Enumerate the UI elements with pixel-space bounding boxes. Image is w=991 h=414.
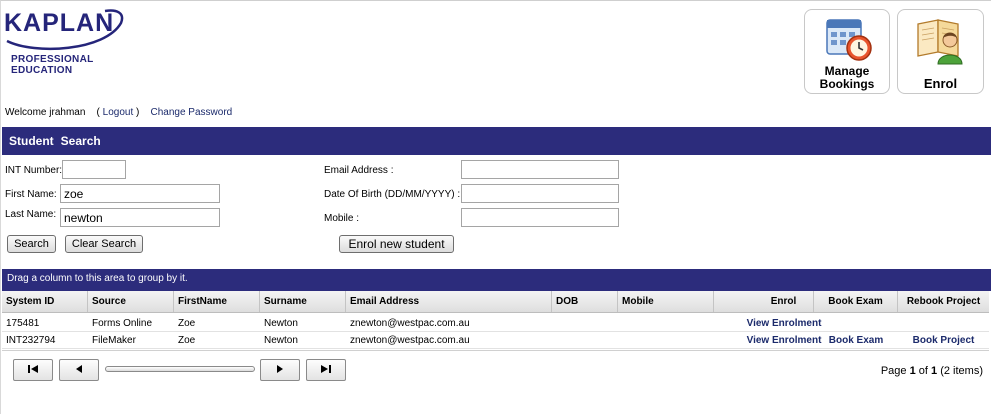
- email-address-input[interactable]: [461, 160, 619, 179]
- last-name-label: Last Name:: [5, 209, 57, 220]
- email-address-label: Email Address :: [324, 165, 394, 176]
- cell-firstname: Zoe: [178, 318, 196, 329]
- last-name-input[interactable]: [60, 208, 220, 227]
- book-project-link[interactable]: Book Project: [898, 332, 989, 349]
- next-page-icon: [277, 364, 283, 373]
- student-search-header: Student Search: [2, 127, 991, 155]
- previous-page-button[interactable]: [59, 359, 99, 381]
- item-count: (2 items): [940, 365, 983, 377]
- kaplan-logo: KAPLAN: [4, 9, 115, 37]
- group-by-hint: Drag a column to this area to group by i…: [7, 273, 188, 284]
- current-page: 1: [909, 365, 916, 377]
- column-header-enrol[interactable]: Enrol: [714, 291, 814, 312]
- student-search-title-search: Search: [60, 134, 101, 148]
- first-name-input[interactable]: [60, 184, 220, 203]
- kaplan-logo-subtitle: PROFESSIONAL EDUCATION: [11, 54, 94, 76]
- welcome-bar: Welcome jrahman ( Logout ) Change Passwo…: [5, 107, 232, 118]
- welcome-text: Welcome jrahman: [5, 107, 86, 118]
- column-header-email-address[interactable]: Email Address: [346, 291, 552, 312]
- column-header-mobile[interactable]: Mobile: [618, 291, 714, 312]
- mobile-label: Mobile :: [324, 213, 360, 224]
- view-enrolment-link[interactable]: View Enrolment: [714, 315, 834, 332]
- cell-surname: Newton: [264, 318, 298, 329]
- search-button[interactable]: Search: [7, 235, 56, 253]
- mobile-input[interactable]: [461, 208, 619, 227]
- last-page-button[interactable]: [306, 359, 346, 381]
- first-name-label: First Name:: [5, 189, 57, 200]
- table-row: INT232794 FileMaker Zoe Newton znewton@w…: [2, 332, 989, 349]
- column-header-rebook-project[interactable]: Rebook Project: [898, 291, 989, 312]
- cell-email: znewton@westpac.com.au: [350, 318, 470, 329]
- column-header-source[interactable]: Source: [88, 291, 174, 312]
- table-row: 175481 Forms Online Zoe Newton znewton@w…: [2, 315, 989, 332]
- enrol-button[interactable]: Enrol: [897, 9, 984, 94]
- column-header-firstname[interactable]: FirstName: [174, 291, 260, 312]
- column-header-surname[interactable]: Surname: [260, 291, 346, 312]
- book-exam-link[interactable]: Book Exam: [814, 332, 898, 349]
- manage-bookings-label-line2: Bookings: [819, 77, 875, 91]
- first-page-icon: [28, 364, 38, 373]
- cell-system-id: 175481: [6, 318, 40, 329]
- page-slider[interactable]: [105, 366, 255, 372]
- grid-header: System ID Source FirstName Surname Email…: [2, 291, 989, 313]
- calendar-clock-icon: [826, 19, 872, 61]
- first-page-button[interactable]: [13, 359, 53, 381]
- cell-surname: Newton: [264, 335, 298, 346]
- cell-system-id: INT232794: [6, 335, 56, 346]
- cell-firstname: Zoe: [178, 335, 196, 346]
- int-number-label: INT Number:: [5, 165, 63, 176]
- logout-open-paren: (: [96, 107, 100, 118]
- column-header-book-exam[interactable]: Book Exam: [814, 291, 898, 312]
- date-of-birth-input[interactable]: [461, 184, 619, 203]
- group-by-area[interactable]: Drag a column to this area to group by i…: [2, 269, 991, 291]
- date-of-birth-label: Date Of Birth (DD/MM/YYYY) :: [324, 189, 461, 200]
- page-info: Page 1 of 1 (2 items): [881, 365, 983, 377]
- manage-bookings-button[interactable]: Manage Bookings: [804, 9, 890, 94]
- page-word: Page: [880, 365, 907, 377]
- student-search-title-student: Student: [9, 134, 54, 148]
- change-password-link[interactable]: Change Password: [151, 107, 233, 118]
- total-pages: 1: [931, 365, 938, 377]
- enrol-new-student-button[interactable]: Enrol new student: [339, 235, 454, 253]
- cell-source: Forms Online: [92, 318, 153, 329]
- clear-search-button[interactable]: Clear Search: [65, 235, 143, 253]
- column-header-dob[interactable]: DOB: [552, 291, 618, 312]
- student-reading-icon: [917, 19, 963, 65]
- logout-close-paren: ): [136, 107, 140, 118]
- next-page-button[interactable]: [260, 359, 300, 381]
- logout-link[interactable]: Logout: [103, 107, 134, 118]
- cell-email: znewton@westpac.com.au: [350, 335, 470, 346]
- previous-page-icon: [76, 364, 82, 373]
- int-number-input[interactable]: [62, 160, 126, 179]
- last-page-icon: [321, 364, 331, 373]
- of-word: of: [918, 365, 928, 377]
- column-header-system-id[interactable]: System ID: [2, 291, 88, 312]
- cell-source: FileMaker: [92, 335, 136, 346]
- enrol-label: Enrol: [923, 76, 958, 91]
